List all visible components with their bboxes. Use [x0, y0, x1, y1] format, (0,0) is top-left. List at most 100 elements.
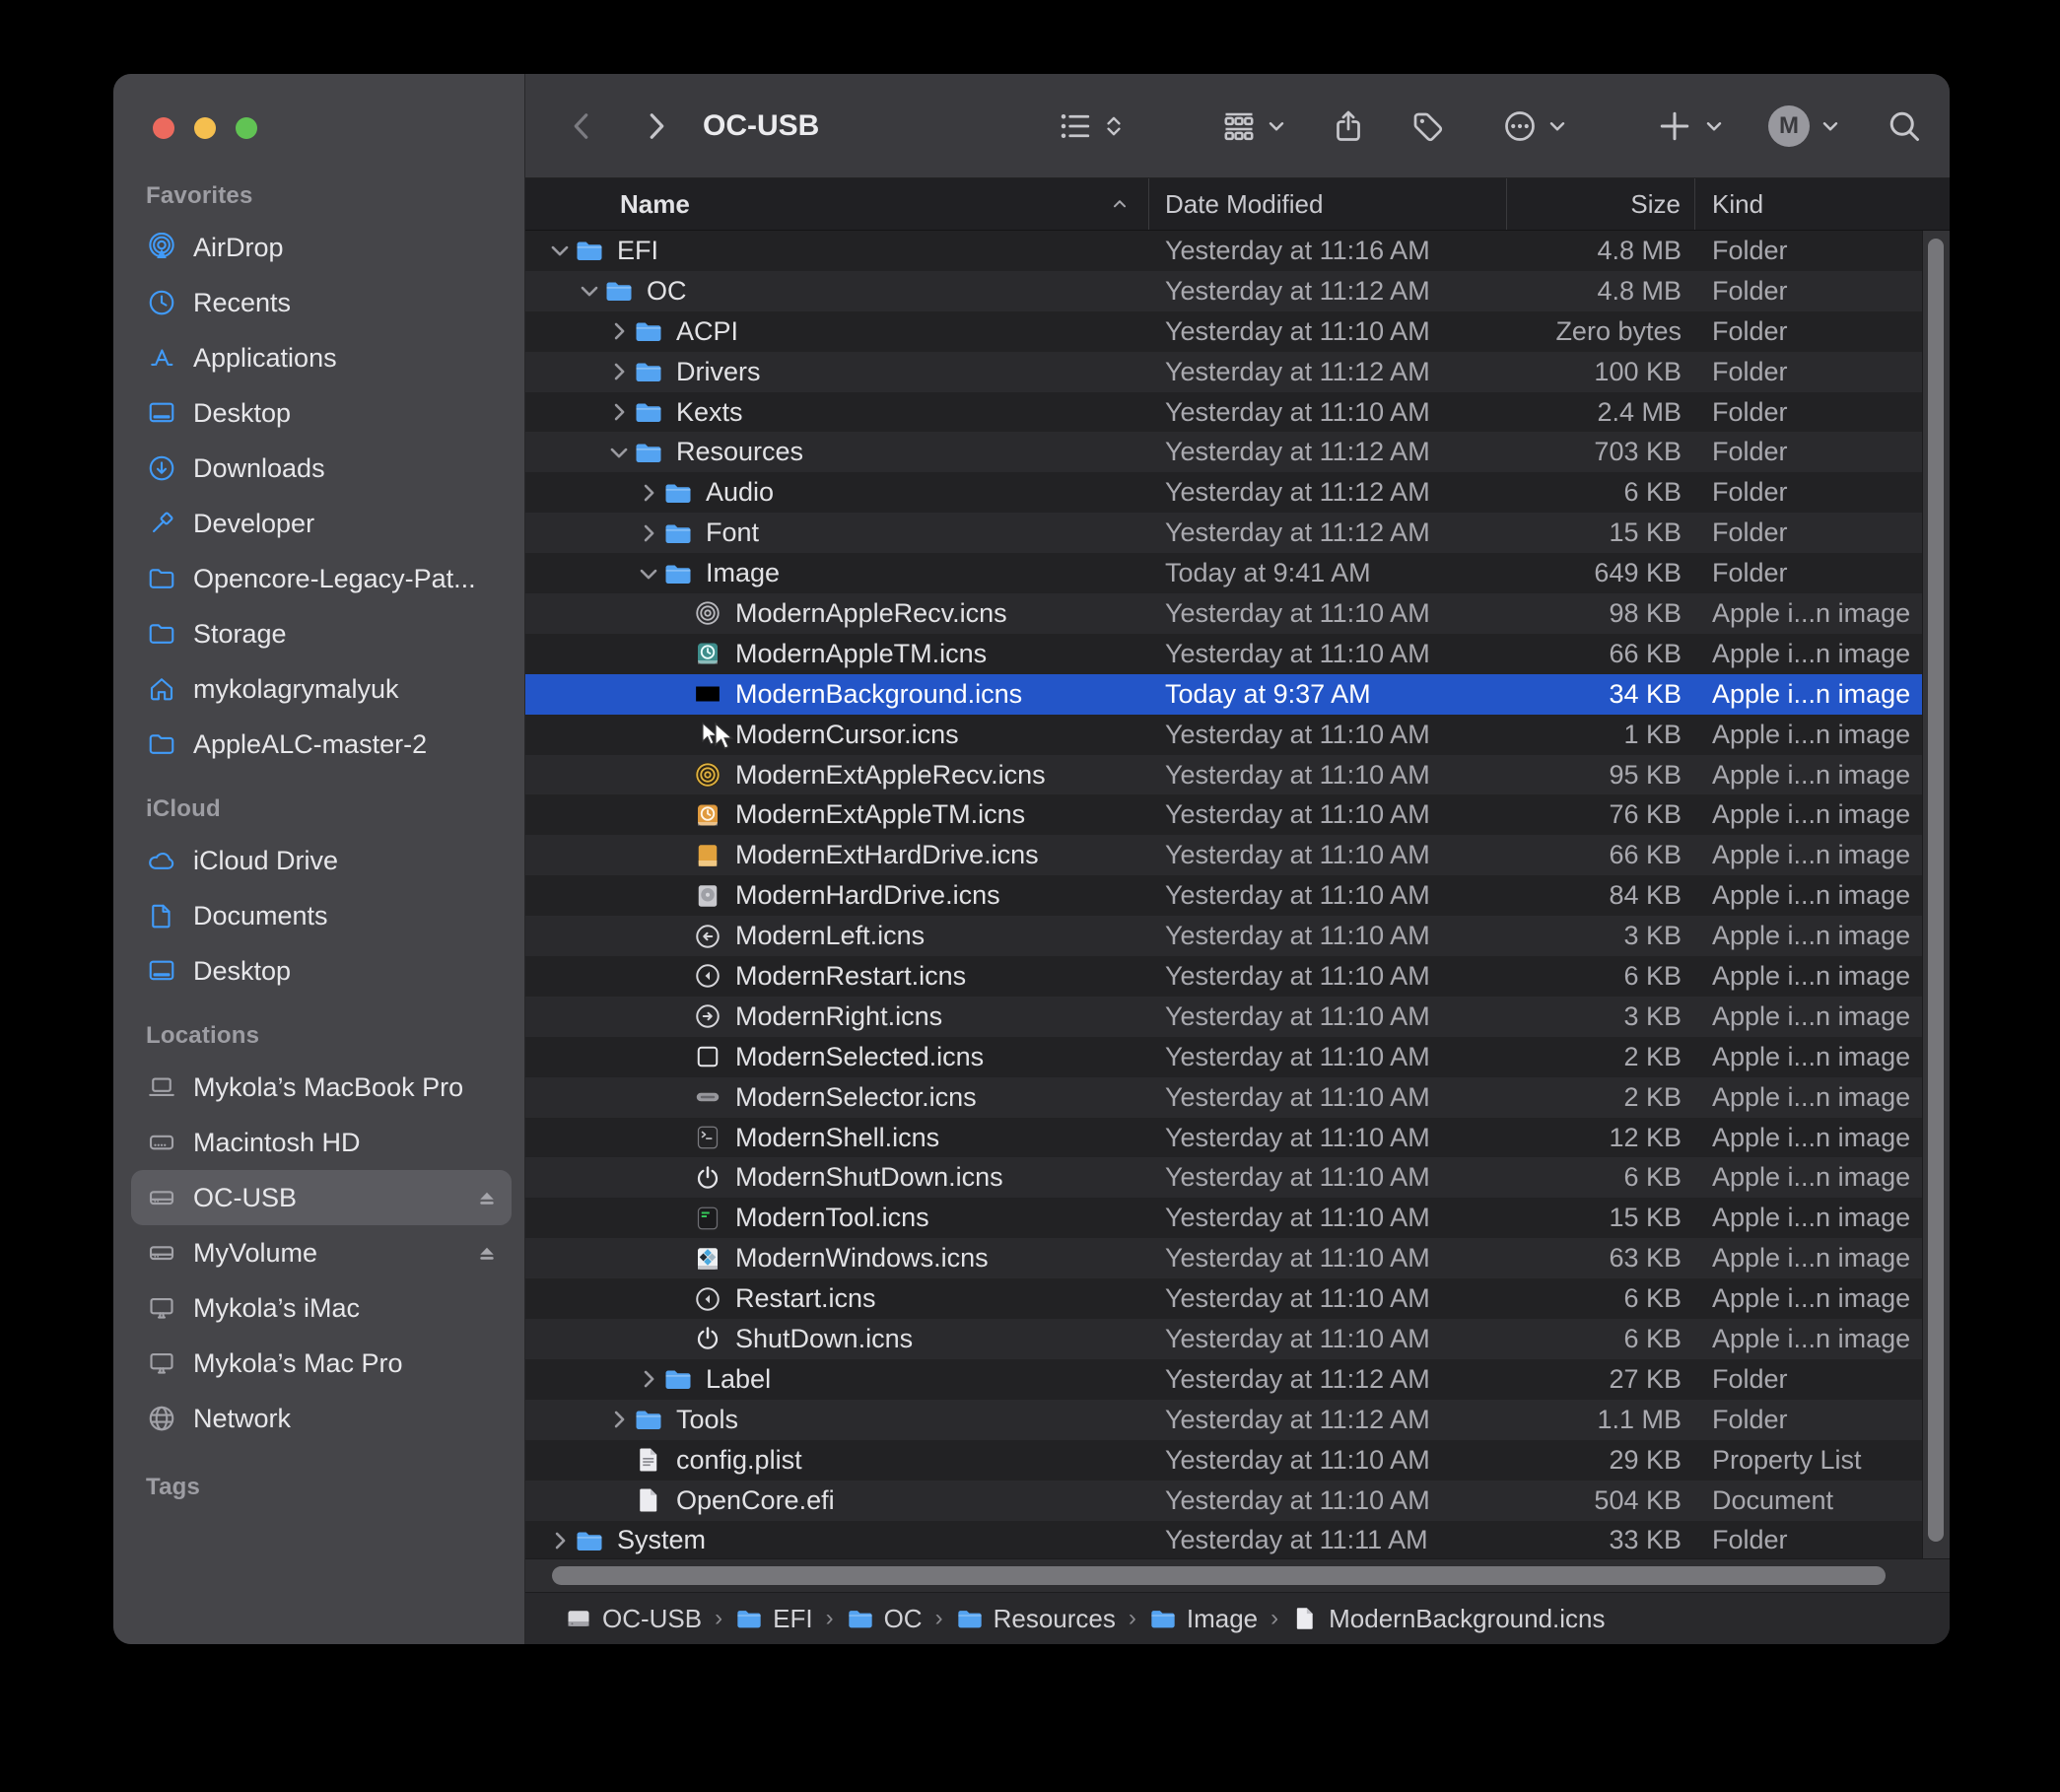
file-row-modernselected-icns[interactable]: ModernSelected.icnsYesterday at 11:10 AM… — [525, 1037, 1922, 1077]
sidebar-item-mykolagrymalyuk[interactable]: mykolagrymalyuk — [131, 661, 512, 717]
file-row-modernselector-icns[interactable]: ModernSelector.icnsYesterday at 11:10 AM… — [525, 1077, 1922, 1118]
zoom-window-button[interactable] — [236, 117, 257, 139]
file-row-modernleft-icns[interactable]: ModernLeft.icnsYesterday at 11:10 AM3 KB… — [525, 916, 1922, 956]
chevron-down-icon[interactable] — [1701, 113, 1727, 139]
back-button[interactable] — [565, 108, 600, 144]
sidebar-item-downloads[interactable]: Downloads — [131, 441, 512, 496]
sidebar-item-opencore-legacy-pat-[interactable]: Opencore-Legacy-Pat... — [131, 551, 512, 606]
chevron-right-icon[interactable] — [636, 480, 661, 506]
chevron-right-icon[interactable] — [606, 359, 632, 384]
user-avatar[interactable]: M — [1768, 105, 1810, 147]
sidebar-item-applications[interactable]: Applications — [131, 330, 512, 385]
file-row-modernwindows-icns[interactable]: ModernWindows.icnsYesterday at 11:10 AM6… — [525, 1238, 1922, 1278]
sidebar-item-recents[interactable]: Recents — [131, 275, 512, 330]
chevron-right-icon[interactable] — [606, 1407, 632, 1432]
view-sort-chevrons-icon[interactable] — [1101, 113, 1127, 139]
chevron-down-icon[interactable] — [1264, 113, 1289, 139]
path-item-image[interactable]: Image — [1149, 1604, 1258, 1634]
chevron-right-icon[interactable] — [547, 1528, 573, 1553]
chevron-right-icon[interactable] — [636, 520, 661, 546]
file-row-restart-icns[interactable]: Restart.icnsYesterday at 11:10 AM6 KBApp… — [525, 1278, 1922, 1319]
sidebar-item-desktop[interactable]: Desktop — [131, 943, 512, 999]
sidebar-item-macintosh-hd[interactable]: Macintosh HD — [131, 1115, 512, 1170]
file-row-modernapplerecv-icns[interactable]: ModernAppleRecv.icnsYesterday at 11:10 A… — [525, 593, 1922, 634]
sidebar-item-mykola-s-imac[interactable]: Mykola’s iMac — [131, 1280, 512, 1336]
column-header-date-modified[interactable]: Date Modified — [1149, 178, 1507, 230]
chevron-right-icon[interactable] — [636, 1366, 661, 1392]
path-item-oc[interactable]: OC — [847, 1604, 923, 1634]
forward-button[interactable] — [638, 108, 673, 144]
column-header-kind[interactable]: Kind — [1695, 178, 1950, 230]
chevron-down-icon[interactable] — [1818, 113, 1843, 139]
file-row-drivers[interactable]: DriversYesterday at 11:12 AM100 KBFolder — [525, 352, 1922, 392]
list-view-icon[interactable] — [1058, 108, 1093, 144]
file-row-system[interactable]: SystemYesterday at 11:11 AM33 KBFolder — [525, 1521, 1922, 1561]
chevron-down-icon[interactable] — [636, 561, 661, 586]
sidebar-item-developer[interactable]: Developer — [131, 496, 512, 551]
sidebar: FavoritesAirDropRecentsApplicationsDeskt… — [113, 74, 525, 1644]
file-row-opencore-efi[interactable]: OpenCore.efiYesterday at 11:10 AM504 KBD… — [525, 1481, 1922, 1521]
path-item-resources[interactable]: Resources — [956, 1604, 1116, 1634]
file-row-tools[interactable]: ToolsYesterday at 11:12 AM1.1 MBFolder — [525, 1400, 1922, 1440]
eject-icon[interactable] — [474, 1240, 500, 1266]
sidebar-item-applealc-master-2[interactable]: AppleALC-master-2 — [131, 717, 512, 772]
path-item-efi[interactable]: EFI — [735, 1604, 812, 1634]
file-row-audio[interactable]: AudioYesterday at 11:12 AM6 KBFolder — [525, 472, 1922, 513]
sidebar-item-oc-usb[interactable]: OC-USB — [131, 1170, 512, 1225]
sidebar-item-desktop[interactable]: Desktop — [131, 385, 512, 441]
sidebar-item-documents[interactable]: Documents — [131, 888, 512, 943]
column-header-size[interactable]: Size — [1507, 178, 1695, 230]
kind-cell: Property List — [1695, 1445, 1922, 1476]
file-row-modernextapplerecv-icns[interactable]: ModernExtAppleRecv.icnsYesterday at 11:1… — [525, 755, 1922, 795]
minimize-window-button[interactable] — [194, 117, 216, 139]
file-row-oc[interactable]: OCYesterday at 11:12 AM4.8 MBFolder — [525, 271, 1922, 311]
file-row-modernright-icns[interactable]: ModernRight.icnsYesterday at 11:10 AM3 K… — [525, 997, 1922, 1037]
share-icon[interactable] — [1331, 108, 1366, 144]
file-row-modernextappletm-icns[interactable]: ModernExtAppleTM.icnsYesterday at 11:10 … — [525, 794, 1922, 835]
more-options-icon[interactable] — [1502, 108, 1538, 144]
sidebar-item-mykola-s-macbook-pro[interactable]: Mykola’s MacBook Pro — [131, 1060, 512, 1115]
file-row-modernextharddrive-icns[interactable]: ModernExtHardDrive.icnsYesterday at 11:1… — [525, 835, 1922, 875]
new-item-plus-icon[interactable] — [1657, 108, 1692, 144]
file-row-image[interactable]: ImageToday at 9:41 AM649 KBFolder — [525, 553, 1922, 593]
eject-icon[interactable] — [474, 1185, 500, 1210]
file-row-modernharddrive-icns[interactable]: ModernHardDrive.icnsYesterday at 11:10 A… — [525, 875, 1922, 916]
file-row-config-plist[interactable]: config.plistYesterday at 11:10 AM29 KBPr… — [525, 1440, 1922, 1481]
tag-icon[interactable] — [1409, 108, 1445, 144]
file-row-moderncursor-icns[interactable]: ModernCursor.icnsYesterday at 11:10 AM1 … — [525, 715, 1922, 755]
chevron-down-icon[interactable] — [1545, 113, 1570, 139]
path-item-oc-usb[interactable]: OC-USB — [565, 1604, 702, 1634]
file-row-resources[interactable]: ResourcesYesterday at 11:12 AM703 KBFold… — [525, 432, 1922, 472]
group-view-icon[interactable] — [1221, 108, 1257, 144]
sidebar-item-network[interactable]: Network — [131, 1391, 512, 1446]
file-row-moderntool-icns[interactable]: ModernTool.icnsYesterday at 11:10 AM15 K… — [525, 1198, 1922, 1238]
file-row-font[interactable]: FontYesterday at 11:12 AM15 KBFolder — [525, 513, 1922, 553]
file-row-modernshell-icns[interactable]: ModernShell.icnsYesterday at 11:10 AM12 … — [525, 1118, 1922, 1158]
sidebar-item-icloud-drive[interactable]: iCloud Drive — [131, 833, 512, 888]
vertical-scrollbar[interactable] — [1928, 239, 1944, 1542]
horizontal-scrollbar[interactable] — [552, 1566, 1886, 1585]
file-row-modernbackground-icns[interactable]: ModernBackground.icnsToday at 9:37 AM34 … — [525, 674, 1922, 715]
chevron-down-icon[interactable] — [577, 278, 602, 304]
chevron-right-icon[interactable] — [606, 318, 632, 344]
file-row-acpi[interactable]: ACPIYesterday at 11:10 AMZero bytesFolde… — [525, 311, 1922, 352]
file-row-efi[interactable]: EFIYesterday at 11:16 AM4.8 MBFolder — [525, 231, 1922, 271]
search-icon[interactable] — [1887, 108, 1922, 144]
sidebar-item-storage[interactable]: Storage — [131, 606, 512, 661]
file-row-shutdown-icns[interactable]: ShutDown.icnsYesterday at 11:10 AM6 KBAp… — [525, 1319, 1922, 1359]
sidebar-item-mykola-s-mac-pro[interactable]: Mykola’s Mac Pro — [131, 1336, 512, 1391]
date-modified-cell: Yesterday at 11:12 AM — [1149, 357, 1507, 387]
chevron-down-icon[interactable] — [606, 440, 632, 465]
file-row-modernappletm-icns[interactable]: ModernAppleTM.icnsYesterday at 11:10 AM6… — [525, 634, 1922, 674]
close-window-button[interactable] — [153, 117, 174, 139]
path-item-modernbackground-icns[interactable]: ModernBackground.icns — [1291, 1604, 1605, 1634]
sidebar-item-airdrop[interactable]: AirDrop — [131, 220, 512, 275]
column-header-name[interactable]: Name — [525, 178, 1149, 230]
file-row-modernshutdown-icns[interactable]: ModernShutDown.icnsYesterday at 11:10 AM… — [525, 1157, 1922, 1198]
file-row-label[interactable]: LabelYesterday at 11:12 AM27 KBFolder — [525, 1359, 1922, 1400]
file-row-kexts[interactable]: KextsYesterday at 11:10 AM2.4 MBFolder — [525, 392, 1922, 433]
chevron-down-icon[interactable] — [547, 238, 573, 263]
sidebar-item-myvolume[interactable]: MyVolume — [131, 1225, 512, 1280]
file-row-modernrestart-icns[interactable]: ModernRestart.icnsYesterday at 11:10 AM6… — [525, 956, 1922, 997]
chevron-right-icon[interactable] — [606, 399, 632, 425]
